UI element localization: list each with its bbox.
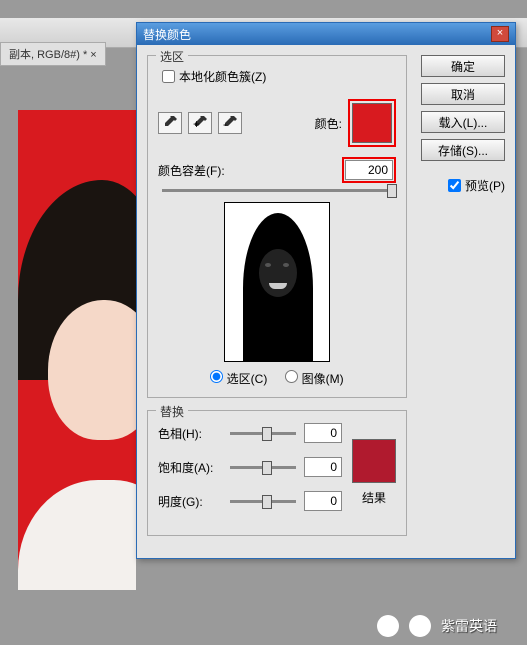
ok-button[interactable]: 确定: [421, 55, 505, 77]
preview-label: 预览(P): [465, 177, 505, 194]
document-tab[interactable]: 副本, RGB/8#) * ×: [0, 42, 106, 66]
result-label: 结果: [352, 489, 396, 506]
preview-checkbox[interactable]: [448, 179, 461, 192]
replace-group: 替换 色相(H): 饱和度(A): 明度(G):: [147, 410, 407, 536]
selection-group-title: 选区: [156, 48, 188, 65]
dialog-title: 替换颜色: [143, 26, 191, 43]
chat-icon: [377, 615, 399, 637]
saturation-slider[interactable]: [230, 466, 296, 469]
fuzziness-label: 颜色容差(F):: [158, 162, 225, 179]
lightness-input[interactable]: [304, 491, 342, 511]
svg-text:-: -: [223, 117, 227, 130]
hue-label: 色相(H):: [158, 425, 222, 442]
lightness-label: 明度(G):: [158, 493, 222, 510]
dialog-titlebar[interactable]: 替换颜色 ×: [137, 23, 515, 45]
result-color-swatch[interactable]: [352, 439, 396, 483]
background-document-image: [18, 110, 136, 590]
localized-checkbox[interactable]: [162, 70, 175, 83]
load-button[interactable]: 载入(L)...: [421, 111, 505, 133]
fuzziness-slider[interactable]: [162, 189, 392, 192]
saturation-input[interactable]: [304, 457, 342, 477]
radio-image[interactable]: 图像(M): [285, 370, 343, 387]
hue-slider[interactable]: [230, 432, 296, 435]
lightness-slider[interactable]: [230, 500, 296, 503]
chat-icon: [409, 615, 431, 637]
close-icon[interactable]: ×: [491, 26, 509, 42]
saturation-label: 饱和度(A):: [158, 459, 222, 476]
svg-text:+: +: [193, 117, 200, 130]
fuzziness-input-highlight: [342, 157, 396, 183]
selection-group: 选区 本地化颜色簇(Z) + -: [147, 55, 407, 398]
cancel-button[interactable]: 取消: [421, 83, 505, 105]
save-button[interactable]: 存储(S)...: [421, 139, 505, 161]
localized-label: 本地化颜色簇(Z): [179, 68, 266, 85]
radio-selection[interactable]: 选区(C): [210, 370, 267, 387]
eyedropper-plus-icon[interactable]: +: [188, 112, 212, 134]
eyedropper-icon[interactable]: [158, 112, 182, 134]
fuzziness-input[interactable]: [345, 160, 393, 180]
color-swatch-highlight: [348, 99, 396, 147]
watermark: 紫雷英语: [377, 615, 497, 637]
selection-preview-image: [224, 202, 330, 362]
color-label: 颜色:: [315, 115, 342, 132]
replace-color-dialog: 替换颜色 × 选区 本地化颜色簇(Z) +: [136, 22, 516, 559]
eyedropper-minus-icon[interactable]: -: [218, 112, 242, 134]
replace-group-title: 替换: [156, 403, 188, 420]
selection-color-swatch[interactable]: [352, 103, 392, 143]
watermark-text: 紫雷英语: [441, 616, 497, 636]
hue-input[interactable]: [304, 423, 342, 443]
